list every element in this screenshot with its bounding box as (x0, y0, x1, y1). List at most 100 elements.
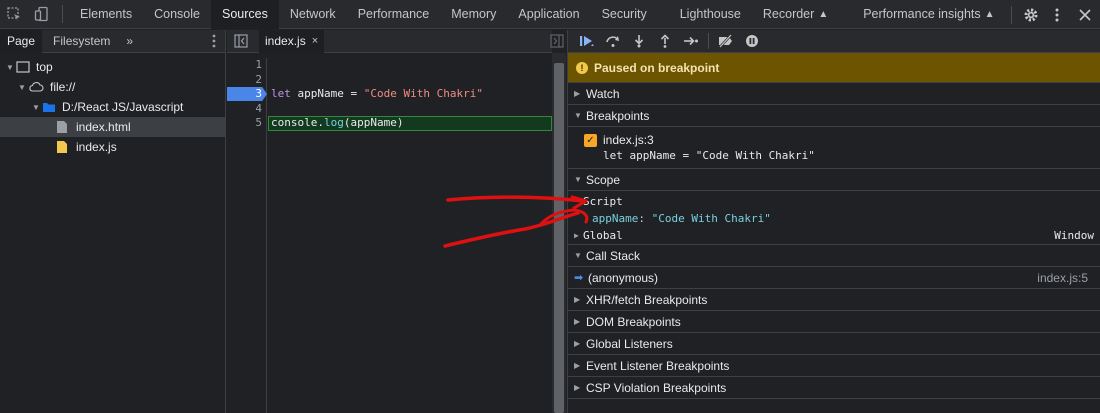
tab-performance-insights[interactable]: Performance insights ▲ (839, 0, 1005, 29)
line-number[interactable]: 1 (227, 58, 266, 73)
device-toolbar-icon[interactable] (28, 0, 56, 29)
close-tab-icon[interactable]: × (312, 35, 318, 47)
line-number[interactable]: 4 (227, 102, 266, 117)
code-content[interactable]: let appName = "Code With Chakri" console… (268, 58, 552, 131)
step-into-icon[interactable] (626, 30, 652, 53)
scope-global[interactable]: ▶ Global Window (568, 227, 1100, 244)
variable-value: "Code With Chakri" (651, 212, 771, 225)
step-over-icon[interactable] (600, 30, 626, 53)
tab-label: Console (154, 7, 200, 21)
tab-network[interactable]: Network (279, 0, 347, 29)
editor-scrollbar[interactable] (552, 53, 566, 413)
editor-tab-label: index.js (265, 34, 306, 48)
step-out-icon[interactable] (652, 30, 678, 53)
string-token: "Code With Chakri" (363, 87, 483, 100)
line-number[interactable]: 2 (227, 73, 266, 88)
scope-variable[interactable]: appName: "Code With Chakri" (568, 210, 1100, 227)
collapsed-caret-icon: ▶ (574, 295, 581, 304)
tree-item-index-html[interactable]: index.html (0, 117, 225, 137)
section-scope[interactable]: ▼ Scope (568, 169, 1100, 191)
tab-application[interactable]: Application (507, 0, 590, 29)
code-line-breakpoint[interactable]: let appName = "Code With Chakri" (268, 87, 552, 102)
section-watch[interactable]: ▶ Watch (568, 83, 1100, 105)
more-options-icon[interactable] (1044, 0, 1070, 29)
settings-gear-icon[interactable] (1018, 0, 1044, 29)
line-number-gutter[interactable]: 1 2 3 4 5 (227, 58, 267, 413)
tab-filesystem[interactable]: Filesystem (46, 30, 117, 53)
expand-caret-icon[interactable]: ▼ (30, 103, 42, 112)
collapsed-caret-icon: ▶ (574, 317, 581, 326)
breakpoint-location: index.js:3 (603, 133, 654, 147)
code-token: appName = (290, 87, 364, 100)
code-line[interactable] (268, 102, 552, 117)
section-call-stack[interactable]: ▼ Call Stack (568, 245, 1100, 267)
breakpoint-checkbox[interactable]: ✓ (584, 133, 597, 147)
section-dom-breakpoints[interactable]: ▶ DOM Breakpoints (568, 311, 1100, 333)
tab-page[interactable]: Page (0, 29, 43, 53)
devtools-toolbar: Elements Console Sources Network Perform… (0, 0, 1100, 29)
tab-lighthouse[interactable]: Lighthouse (658, 0, 752, 29)
inspect-element-icon[interactable] (0, 0, 28, 29)
more-tabs-button[interactable]: » (119, 30, 140, 53)
tab-security[interactable]: Security (591, 0, 658, 29)
editor-tab-index-js[interactable]: index.js × (259, 29, 325, 53)
step-icon[interactable] (678, 30, 704, 53)
code-line-current-execution[interactable]: console.log(appName) (268, 116, 552, 131)
frame-location[interactable]: index.js:5 (1037, 271, 1088, 285)
expand-caret-icon[interactable]: ▼ (16, 83, 28, 92)
tab-elements[interactable]: Elements (69, 0, 143, 29)
section-title: DOM Breakpoints (586, 314, 681, 329)
tree-item-folder[interactable]: ▼ D:/React JS/Javascript (0, 97, 225, 117)
collapsed-caret-icon: ▶ (574, 339, 581, 348)
section-xhr-breakpoints[interactable]: ▶ XHR/fetch Breakpoints (568, 289, 1100, 311)
call-stack-frame[interactable]: ➡ (anonymous) index.js:5 (568, 267, 1100, 289)
html-file-icon (56, 120, 70, 134)
variable-name: appName (592, 212, 639, 225)
scope-script[interactable]: Script (568, 193, 1100, 210)
tab-recorder[interactable]: Recorder ▲ (752, 0, 839, 29)
breakpoint-item[interactable]: ✓ index.js:3 let appName = "Code With Ch… (568, 127, 1100, 169)
section-breakpoints[interactable]: ▼ Breakpoints (568, 105, 1100, 127)
scrollbar-thumb[interactable] (554, 63, 564, 413)
section-global-listeners[interactable]: ▶ Global Listeners (568, 333, 1100, 355)
collapsed-caret-icon: ▶ (574, 231, 579, 240)
code-editor: index.js × 1 2 3 4 5 let appName = "Code… (227, 29, 566, 413)
tree-item-top[interactable]: ▼ top (0, 57, 225, 77)
close-icon[interactable] (1070, 0, 1100, 29)
tree-item-index-js[interactable]: index.js (0, 137, 225, 157)
toolbar-divider (708, 33, 709, 49)
tab-label: Network (289, 7, 336, 21)
line-number-text: 2 (255, 72, 262, 86)
colon: : (638, 212, 652, 225)
cloud-icon (28, 80, 44, 94)
line-number[interactable]: 5 (227, 116, 266, 131)
tab-console[interactable]: Console (143, 0, 211, 29)
pause-on-exceptions-icon[interactable] (739, 30, 765, 53)
code-line[interactable] (268, 73, 552, 88)
tab-memory[interactable]: Memory (440, 0, 507, 29)
experiment-flask-icon: ▲ (984, 8, 995, 20)
debugger-toolbar (568, 30, 1100, 53)
section-title: Event Listener Breakpoints (586, 358, 730, 373)
expand-caret-icon[interactable]: ▼ (4, 63, 16, 72)
line-number-text: 4 (255, 101, 262, 115)
tree-item-origin[interactable]: ▼ file:// (0, 77, 225, 97)
code-line[interactable] (268, 58, 552, 73)
resume-icon[interactable] (574, 30, 600, 53)
tab-sources[interactable]: Sources (210, 0, 279, 29)
line-number-breakpoint[interactable]: 3 (227, 87, 267, 102)
section-event-listener-breakpoints[interactable]: ▶ Event Listener Breakpoints (568, 355, 1100, 377)
toggle-navigator-icon[interactable] (227, 34, 255, 48)
deactivate-breakpoints-icon[interactable] (713, 30, 739, 53)
toggle-debugger-icon[interactable] (550, 34, 564, 51)
tab-label: Memory (451, 7, 497, 21)
navigator-menu-icon[interactable] (211, 33, 217, 52)
code-token: (appName) (343, 116, 404, 129)
tree-label: D:/React JS/Javascript (62, 100, 184, 114)
debugger-sidebar: ! Paused on breakpoint ▶ Watch ▼ Breakpoin… (567, 30, 1100, 413)
section-csp-violation-breakpoints[interactable]: ▶ CSP Violation Breakpoints (568, 377, 1100, 399)
collapsed-caret-icon: ▶ (574, 89, 581, 98)
tab-performance[interactable]: Performance (347, 0, 441, 29)
section-title: Call Stack (586, 248, 641, 263)
editor-tabs: index.js × (227, 29, 564, 53)
